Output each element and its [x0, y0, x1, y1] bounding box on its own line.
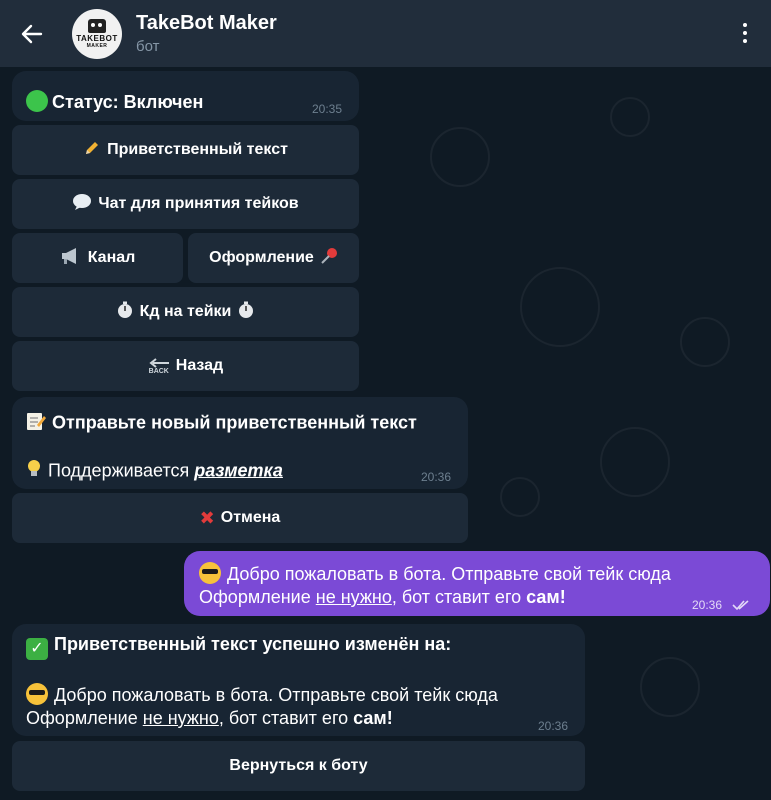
button-label: Назад	[175, 357, 224, 374]
user-message: Добро пожаловать в бота. Отправьте свой …	[184, 551, 770, 616]
doodle-decoration	[680, 317, 730, 367]
button-label: Чат для принятия тейков	[98, 195, 299, 212]
more-menu-button[interactable]	[735, 18, 755, 48]
user-line-1: Добро пожаловать в бота. Отправьте свой …	[199, 562, 671, 585]
avatar-brand-bottom: MAKER	[86, 42, 108, 49]
prompt-line-1: Отправьте новый приветственный текст	[26, 411, 417, 436]
dot-icon	[743, 31, 747, 35]
stopwatch-icon	[237, 301, 255, 324]
sunglasses-face-icon	[199, 562, 221, 584]
markup-link[interactable]: разметка	[194, 460, 283, 480]
dot-icon	[743, 39, 747, 43]
cancel-button[interactable]: ✖ Отмена	[12, 493, 468, 543]
prompt-line-2: Поддерживается разметка	[26, 459, 283, 484]
cross-mark-icon: ✖	[199, 507, 215, 528]
user-text-2c: , бот ставит его	[391, 587, 522, 607]
user-line-2: Оформление не нужно, бот ставит его сам!	[199, 587, 566, 608]
doodle-decoration	[430, 127, 490, 187]
back-arrow-button[interactable]	[0, 0, 64, 67]
doodle-decoration	[600, 427, 670, 497]
doodle-decoration	[500, 477, 540, 517]
double-check-icon	[732, 600, 749, 611]
user-text-2d: сам!	[526, 587, 566, 607]
lightbulb-icon	[26, 459, 42, 484]
confirmation-message: ✓ Приветственный текст успешно изменён на…	[12, 624, 585, 736]
takes-chat-button[interactable]: Чат для принятия тейков	[12, 179, 359, 229]
megaphone-icon	[60, 247, 82, 270]
doodle-decoration	[610, 97, 650, 137]
status-line: Статус: Включен	[26, 90, 203, 113]
chat-title: TakeBot Maker	[136, 11, 277, 34]
avatar-brand-top: TAKEBOT	[76, 33, 118, 43]
pushpin-icon	[320, 247, 338, 270]
user-text-2a: Оформление	[199, 587, 311, 607]
confirm-line-1: ✓ Приветственный текст успешно изменён на…	[26, 634, 451, 660]
confirm-title: Приветственный текст успешно изменён на:	[54, 634, 452, 654]
prompt-title: Отправьте новый приветственный текст	[52, 412, 417, 433]
confirm-text-3d: сам!	[353, 708, 393, 728]
message-time: 20:36	[692, 598, 723, 612]
back-arrow-emoji-icon: BACK	[148, 357, 170, 375]
button-label: Отмена	[220, 509, 281, 526]
button-label: Оформление	[209, 249, 314, 266]
status-text: Статус: Включен	[52, 92, 204, 112]
back-button[interactable]: BACK Назад	[12, 341, 359, 391]
button-label: Кд на тейки	[139, 303, 232, 320]
prompt-message: Отправьте новый приветственный текст Под…	[12, 397, 468, 489]
chat-subtitle: бот	[136, 37, 160, 55]
user-text-2b: не нужно	[315, 587, 392, 607]
message-time: 20:36	[538, 719, 569, 733]
back-arrow-icon	[21, 24, 43, 43]
chat-header: TAKEBOT MAKER TakeBot Maker бот	[0, 0, 771, 67]
button-label: Вернуться к боту	[229, 757, 368, 774]
doodle-decoration	[520, 267, 600, 347]
confirm-text-3c: , бот ставит его	[218, 708, 349, 728]
confirm-text-3b: не нужно	[142, 708, 219, 728]
confirm-line-2: Добро пожаловать в бота. Отправьте свой …	[26, 683, 498, 706]
prompt-hint-text: Поддерживается	[48, 460, 190, 481]
robot-logo-icon	[88, 18, 106, 33]
greeting-text-button[interactable]: Приветственный текст	[12, 125, 359, 175]
chat-title-block[interactable]: TakeBot Maker бот	[136, 11, 277, 57]
bot-avatar[interactable]: TAKEBOT MAKER	[72, 8, 122, 59]
dot-icon	[743, 23, 747, 27]
pencil-icon	[83, 139, 101, 162]
channel-button[interactable]: Канал	[12, 233, 183, 283]
confirm-text-3a: Оформление	[26, 708, 138, 728]
memo-icon	[26, 411, 46, 436]
message-time: 20:36	[421, 470, 452, 484]
doodle-decoration	[640, 657, 700, 717]
speech-bubble-icon	[72, 193, 92, 216]
button-label: Приветственный текст	[107, 141, 288, 158]
user-text-1: Добро пожаловать в бота. Отправьте свой …	[227, 564, 671, 584]
return-to-bot-button[interactable]: Вернуться к боту	[12, 741, 585, 791]
check-mark-icon: ✓	[26, 638, 48, 660]
back-icon-text: BACK	[148, 367, 169, 375]
cooldown-button[interactable]: Кд на тейки	[12, 287, 359, 337]
message-time: 20:35	[312, 102, 343, 116]
sunglasses-face-icon	[26, 683, 48, 705]
button-label: Канал	[87, 249, 136, 266]
stopwatch-icon	[116, 301, 134, 324]
status-message: Статус: Включен 20:35	[12, 71, 359, 121]
design-button[interactable]: Оформление	[188, 233, 359, 283]
green-circle-icon	[26, 90, 48, 112]
confirm-text-2: Добро пожаловать в бота. Отправьте свой …	[54, 685, 498, 705]
confirm-line-3: Оформление не нужно, бот ставит его сам!	[26, 708, 393, 729]
